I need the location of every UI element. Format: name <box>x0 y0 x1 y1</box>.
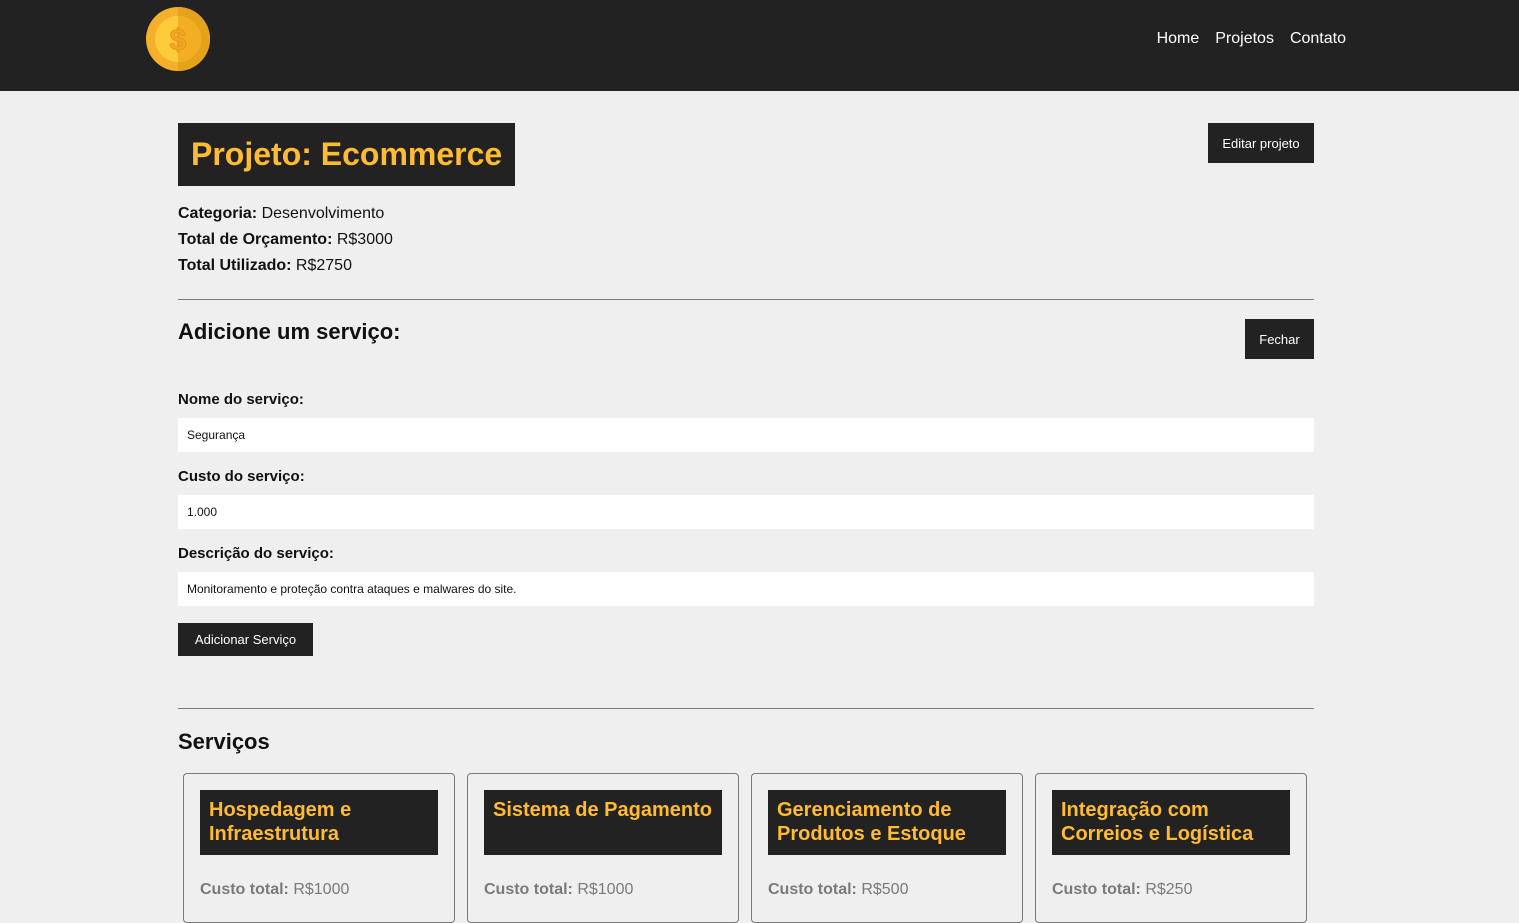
svg-text:$: $ <box>170 24 187 57</box>
coin-dollar-icon[interactable]: $ <box>146 7 210 71</box>
service-card: Sistema de Pagamento Custo total: R$1000 <box>467 773 739 923</box>
category-label: Categoria: <box>178 205 258 222</box>
used-value: R$2750 <box>295 257 352 274</box>
service-cost-value: R$1000 <box>293 881 350 898</box>
services-title: Serviços <box>178 729 270 754</box>
service-card-title: Hospedagem e Infraestrutura <box>200 790 438 855</box>
nav-home-link[interactable]: Home <box>1157 30 1200 48</box>
used-row: Total Utilizado: R$2750 <box>178 253 393 279</box>
nav-contact-link[interactable]: Contato <box>1290 30 1346 48</box>
service-cost-label: Custo total: <box>768 881 857 898</box>
category-row: Categoria: Desenvolvimento <box>178 201 393 227</box>
project-info: Categoria: Desenvolvimento Total de Orça… <box>178 201 393 279</box>
navbar: $ Home Projetos Contato <box>0 0 1519 91</box>
edit-project-button[interactable]: Editar projeto <box>1208 123 1314 163</box>
service-card-title: Gerenciamento de Produtos e Estoque <box>768 790 1006 855</box>
divider <box>178 299 1314 300</box>
budget-label: Total de Orçamento: <box>178 231 333 248</box>
service-description-input[interactable] <box>178 572 1314 606</box>
service-card-cost: Custo total: R$1000 <box>200 881 349 899</box>
service-name-input[interactable] <box>178 418 1314 452</box>
service-name-label: Nome do serviço: <box>178 391 304 408</box>
service-card-cost: Custo total: R$1000 <box>484 881 633 899</box>
service-card: Hospedagem e Infraestrutura Custo total:… <box>183 773 455 923</box>
service-cost-value: R$250 <box>1145 881 1193 898</box>
nav-projects-link[interactable]: Projetos <box>1215 30 1274 48</box>
services-list: Hospedagem e Infraestrutura Custo total:… <box>183 773 1307 923</box>
used-label: Total Utilizado: <box>178 257 292 274</box>
service-card: Gerenciamento de Produtos e Estoque Cust… <box>751 773 1023 923</box>
budget-row: Total de Orçamento: R$3000 <box>178 227 393 253</box>
service-cost-value: R$1000 <box>577 881 634 898</box>
divider <box>178 708 1314 709</box>
service-cost-value: R$500 <box>861 881 909 898</box>
service-cost-input[interactable] <box>178 495 1314 529</box>
service-card-title: Integração com Correios e Logística <box>1052 790 1290 855</box>
budget-value: R$3000 <box>336 231 393 248</box>
service-cost-label: Custo total: <box>200 881 289 898</box>
add-service-title: Adicione um serviço: <box>178 319 401 344</box>
service-card-cost: Custo total: R$500 <box>768 881 908 899</box>
service-cost-label: Custo total: <box>1052 881 1141 898</box>
service-description-label: Descrição do serviço: <box>178 545 334 562</box>
category-value: Desenvolvimento <box>261 205 385 222</box>
project-title: Projeto: Ecommerce <box>178 123 516 186</box>
nav-links: Home Projetos Contato <box>1157 30 1346 48</box>
service-cost-label: Custo total: <box>484 881 573 898</box>
add-service-button[interactable]: Adicionar Serviço <box>178 623 313 656</box>
service-card: Integração com Correios e Logística Cust… <box>1035 773 1307 923</box>
service-cost-label: Custo do serviço: <box>178 468 305 485</box>
close-button[interactable]: Fechar <box>1245 319 1314 359</box>
service-card-cost: Custo total: R$250 <box>1052 881 1192 899</box>
service-card-title: Sistema de Pagamento <box>484 790 722 855</box>
